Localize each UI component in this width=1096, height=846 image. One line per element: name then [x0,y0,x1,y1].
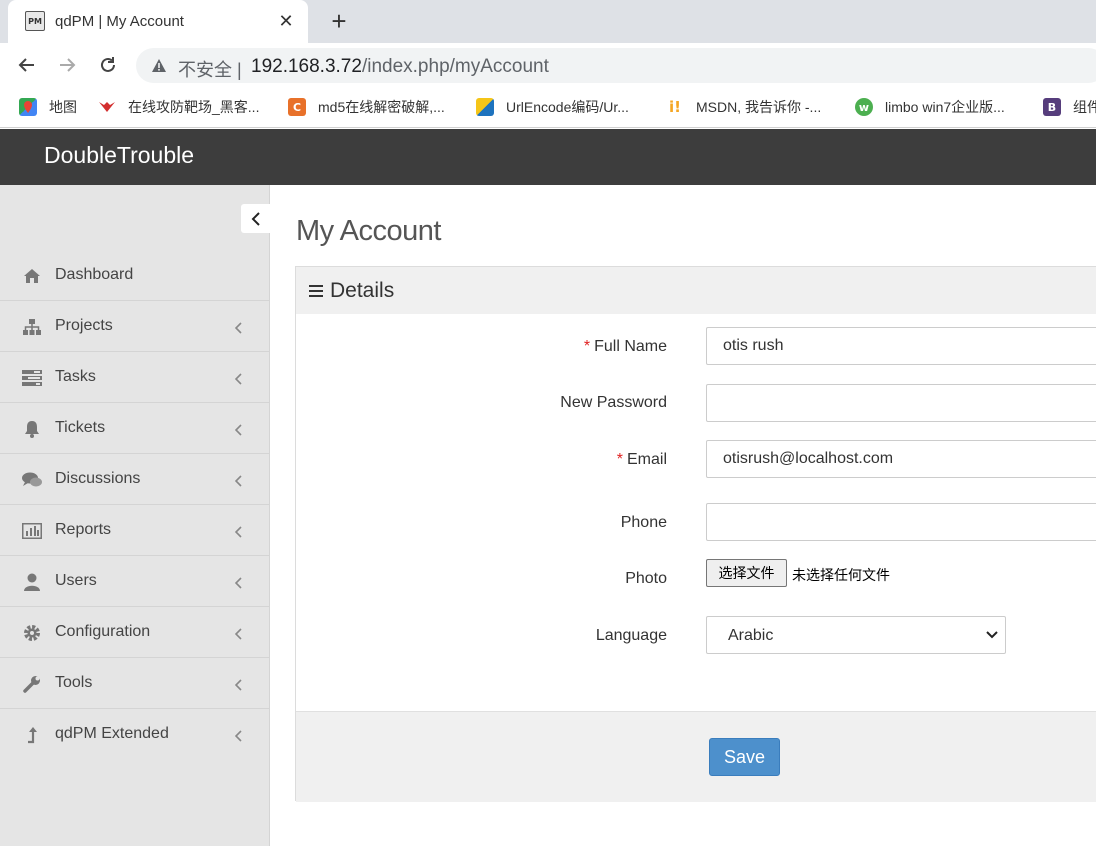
cmd5-icon: C [288,98,306,116]
tasks-icon [22,368,42,388]
hamburger-icon [309,285,323,297]
bookmark-item[interactable]: 地图 [19,96,77,118]
chevron-left-icon [235,730,242,742]
maps-icon [19,98,37,116]
chevron-left-icon [235,628,242,640]
chevron-left-icon [235,424,242,436]
urlencode-icon [476,98,494,116]
phone-label: Phone [620,514,667,531]
sidebar-item-configuration[interactable]: Configuration [0,607,269,658]
gear-icon [22,623,42,643]
bookmark-item[interactable]: UrlEncode编码/Ur... [476,96,629,118]
chevron-left-icon [251,211,260,226]
forward-icon[interactable] [53,51,81,79]
msdn-icon: i! [669,98,681,116]
chevron-left-icon [235,322,242,334]
bookmarks-bar: 地图 在线攻防靶场_黑客... C md5在线解密破解,... UrlEncod… [0,88,1096,128]
bookmark-item[interactable]: i! MSDN, 我告诉你 -... [666,96,821,118]
reload-icon[interactable] [94,51,122,79]
choose-file-button[interactable]: 选择文件 [706,559,787,587]
user-icon [22,572,42,592]
tab-title: qdPM | My Account [55,13,184,30]
limbo-icon: w [855,98,873,116]
sitemap-icon [22,317,42,337]
sidebar-item-discussions[interactable]: Discussions [0,454,269,505]
full-name-input[interactable] [706,327,1096,365]
sidebar-item-users[interactable]: Users [0,556,269,607]
page-title: My Account [296,215,441,247]
sidebar-item-projects[interactable]: Projects [0,301,269,352]
sidebar-item-reports[interactable]: Reports [0,505,269,556]
warning-icon[interactable] [151,58,167,73]
panel-header: Details [296,267,1096,314]
sidebar-item-qdpm-extended[interactable]: qdPM Extended [0,709,269,760]
chevron-left-icon [235,577,242,589]
sidebar: Dashboard Projects Tasks Tickets Discuss… [0,185,270,846]
close-tab-icon[interactable]: ✕ [274,9,298,33]
language-select[interactable]: Arabic [706,616,1006,654]
phone-input[interactable] [706,503,1096,541]
brand-logo[interactable]: DoubleTrouble [44,142,194,169]
new-tab-icon[interactable]: + [326,7,352,35]
bookmark-item[interactable]: 在线攻防靶场_黑客... [98,96,259,118]
browser-toolbar: 不安全 | 192.168.3.72/index.php/myAccount [0,43,1096,88]
form-actions: Save [296,711,1096,802]
address-bar[interactable]: 不安全 | 192.168.3.72/index.php/myAccount [136,48,1096,83]
wrench-icon [22,674,42,694]
email-input[interactable] [706,440,1096,478]
language-select-value: Arabic [728,627,774,644]
browser-tab[interactable]: PM qdPM | My Account ✕ [8,0,308,43]
full-name-label: * Full Name [583,338,667,355]
sidebar-menu: Dashboard Projects Tasks Tickets Discuss… [0,250,269,760]
bookmark-item[interactable]: B 组件 [1043,96,1096,118]
security-label: 不安全 | [178,60,242,80]
file-status: 未选择任何文件 [792,567,890,583]
chevron-down-icon [986,631,998,639]
new-password-input[interactable] [706,384,1096,422]
sidebar-item-tickets[interactable]: Tickets [0,403,269,454]
bookmark-item[interactable]: C md5在线解密破解,... [288,96,445,118]
sidebar-item-dashboard[interactable]: Dashboard [0,250,269,301]
browser-tabstrip: PM qdPM | My Account ✕ + [0,0,1096,43]
email-label: * Email [616,451,667,468]
chevron-left-icon [235,526,242,538]
details-panel: Details *Full Name New Password *Email P… [295,266,1096,802]
url-text: 192.168.3.72/index.php/myAccount [251,56,549,77]
bookmark-item[interactable]: w limbo win7企业版... [855,96,1005,118]
level-up-icon [22,725,42,745]
sidebar-toggle-button[interactable] [241,204,270,233]
panel-title: Details [330,279,395,302]
save-button[interactable]: Save [709,738,780,776]
bootstrap-icon: B [1043,98,1061,116]
new-password-label: New Password [560,394,667,411]
sidebar-item-tools[interactable]: Tools [0,658,269,709]
sidebar-item-tasks[interactable]: Tasks [0,352,269,403]
red-bird-icon [98,98,116,116]
comments-icon [22,470,42,490]
qdpm-favicon-icon: PM [25,11,45,31]
chevron-left-icon [235,679,242,691]
back-icon[interactable] [13,51,41,79]
home-icon [22,266,42,286]
photo-label: Photo [625,570,667,587]
chevron-left-icon [235,373,242,385]
bell-icon [22,419,42,439]
app-header: DoubleTrouble [0,129,1096,185]
language-label: Language [595,627,667,644]
chevron-left-icon [235,475,242,487]
bar-chart-icon [22,521,42,541]
